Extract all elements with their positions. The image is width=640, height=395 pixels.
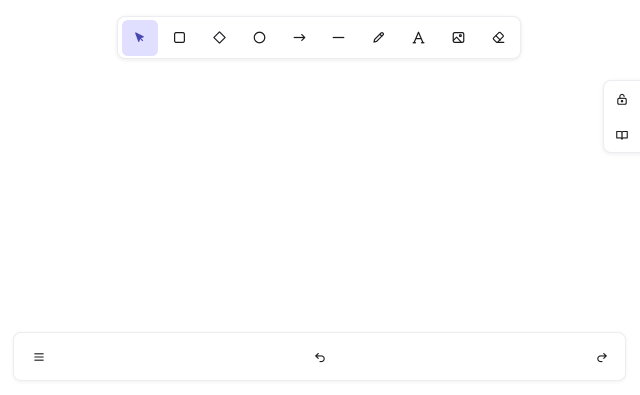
ellipse-icon (253, 31, 266, 44)
redo-button[interactable] (590, 345, 614, 369)
shape-toolbar (117, 16, 521, 59)
image-icon (452, 32, 465, 43)
unlock-icon (617, 93, 627, 105)
diamond-icon (213, 31, 226, 44)
library-button[interactable] (610, 123, 634, 147)
text-icon (412, 31, 425, 44)
line-icon (333, 36, 345, 39)
undo-button[interactable] (308, 345, 332, 369)
tool-rectangle[interactable] (162, 20, 198, 56)
arrow-icon (293, 33, 305, 42)
undo-icon (315, 352, 325, 363)
book-icon (616, 130, 628, 140)
rectangle-icon (174, 32, 186, 43)
hamburger-menu-icon (34, 353, 44, 361)
tool-diamond[interactable] (202, 20, 238, 56)
lock-button[interactable] (610, 87, 634, 111)
eraser-icon (492, 31, 504, 43)
main-menu-button[interactable] (27, 345, 51, 369)
tool-image[interactable] (440, 20, 476, 56)
tool-line[interactable] (321, 20, 357, 56)
tool-arrow[interactable] (281, 20, 317, 56)
redo-icon (597, 352, 607, 363)
pencil-icon (373, 32, 385, 43)
bottom-bar (13, 332, 626, 381)
side-panel (603, 80, 640, 153)
tool-draw[interactable] (361, 20, 397, 56)
tool-ellipse[interactable] (241, 20, 277, 56)
pointer-icon (135, 32, 145, 42)
tool-eraser[interactable] (480, 20, 516, 56)
tool-selection[interactable] (122, 19, 158, 56)
tool-text[interactable] (401, 20, 437, 56)
